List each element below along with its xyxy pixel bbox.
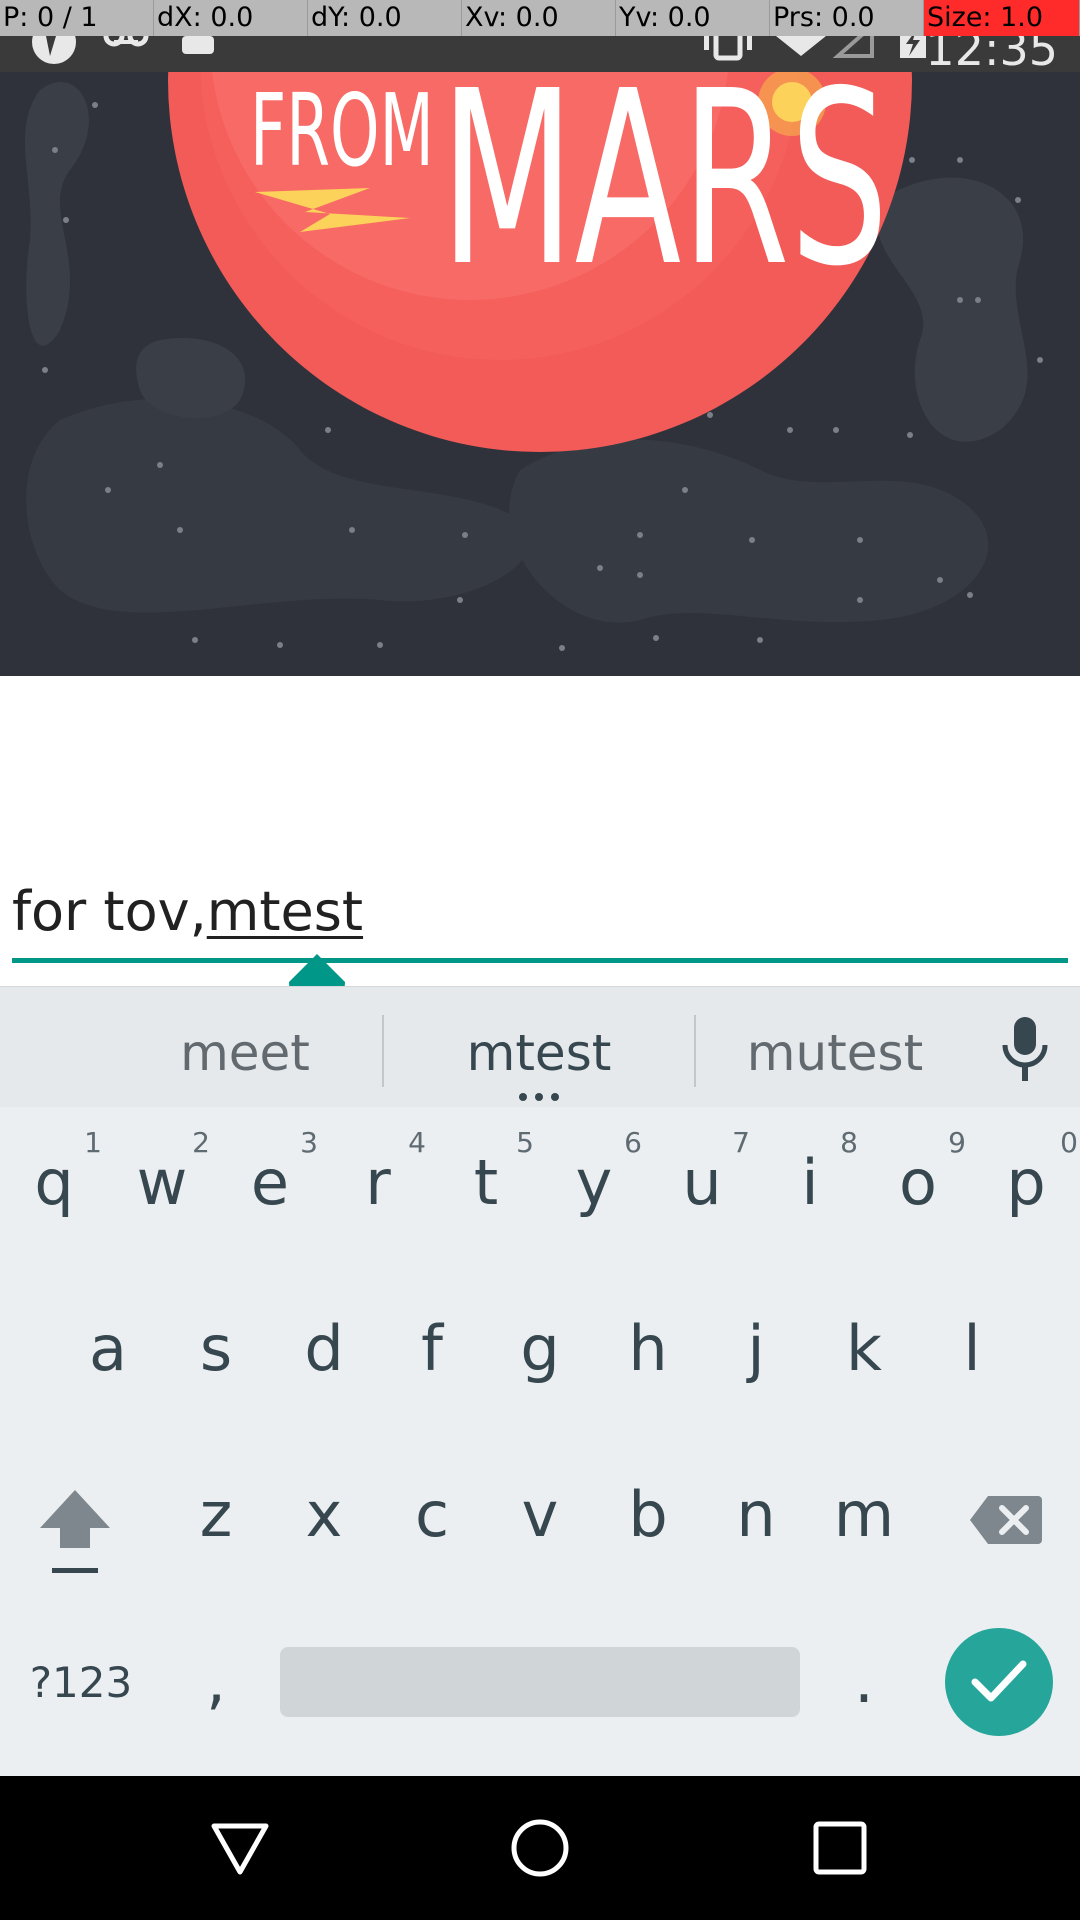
- pointer-pressure: Prs: 0.0: [770, 0, 924, 36]
- app-icon: [32, 36, 76, 64]
- symbols-key[interactable]: ?123: [0, 1614, 162, 1764]
- period-key[interactable]: .: [810, 1614, 918, 1764]
- key-p[interactable]: 0p: [972, 1116, 1080, 1266]
- key-y[interactable]: 6y: [540, 1116, 648, 1266]
- hero-illustration: FROM MARS: [0, 0, 1080, 676]
- backspace-key[interactable]: [930, 1448, 1080, 1598]
- wifi-icon: [776, 36, 826, 56]
- home-icon[interactable]: [510, 1818, 570, 1878]
- suggestion-center[interactable]: mtest: [384, 987, 694, 1107]
- key-l[interactable]: l: [918, 1282, 1026, 1432]
- space-bar[interactable]: [280, 1647, 800, 1717]
- backspace-icon: [970, 1496, 1042, 1544]
- key-o[interactable]: 9o: [864, 1116, 972, 1266]
- status-bar: 12:35: [0, 22, 1080, 76]
- key-x[interactable]: x: [270, 1448, 378, 1598]
- key-j[interactable]: j: [702, 1282, 810, 1432]
- key-s[interactable]: s: [162, 1282, 270, 1432]
- comma-key[interactable]: ,: [162, 1614, 270, 1764]
- composing-text: mtest: [206, 880, 364, 943]
- key-w[interactable]: 2w: [108, 1116, 216, 1266]
- suggestion-strip: meet mtest mutest: [0, 986, 1080, 1107]
- pointer-yv: Yv: 0.0: [616, 0, 770, 36]
- key-q[interactable]: 1q: [0, 1116, 108, 1266]
- svg-text:MARS: MARS: [440, 39, 889, 319]
- committed-text: for tov,: [12, 880, 207, 943]
- pointer-dx: dX: 0.0: [154, 0, 308, 36]
- done-button[interactable]: [945, 1628, 1053, 1736]
- suggestion-right[interactable]: mutest: [680, 987, 990, 1107]
- key-b[interactable]: b: [594, 1448, 702, 1598]
- key-n[interactable]: n: [702, 1448, 810, 1598]
- microphone-icon[interactable]: [1000, 1017, 1050, 1081]
- pointer-dy: dY: 0.0: [308, 0, 462, 36]
- pointer-location-overlay: P: 0 / 1 dX: 0.0 dY: 0.0 Xv: 0.0 Yv: 0.0…: [0, 0, 1080, 36]
- navigation-bar: [0, 1776, 1080, 1920]
- input-underline: [12, 958, 1068, 963]
- suggestion-left[interactable]: meet: [90, 987, 400, 1107]
- from-mars-artwork: FROM MARS: [24, 0, 1043, 651]
- key-r[interactable]: 4r: [324, 1116, 432, 1266]
- text-input[interactable]: for tov,mtest: [12, 880, 363, 943]
- key-h[interactable]: h: [594, 1282, 702, 1432]
- shift-icon: [40, 1490, 110, 1573]
- key-k[interactable]: k: [810, 1282, 918, 1432]
- svg-text:FROM: FROM: [250, 73, 434, 189]
- pointer-count: P: 0 / 1: [0, 0, 154, 36]
- more-suggestions-icon[interactable]: [517, 1093, 561, 1101]
- key-z[interactable]: z: [162, 1448, 270, 1598]
- recents-icon[interactable]: [812, 1820, 868, 1876]
- voicemail-icon: [103, 36, 149, 47]
- key-f[interactable]: f: [378, 1282, 486, 1432]
- key-t[interactable]: 5t: [432, 1116, 540, 1266]
- key-v[interactable]: v: [486, 1448, 594, 1598]
- key-u[interactable]: 7u: [648, 1116, 756, 1266]
- key-m[interactable]: m: [810, 1448, 918, 1598]
- android-icon: [182, 36, 214, 54]
- key-i[interactable]: 8i: [756, 1116, 864, 1266]
- key-e[interactable]: 3e: [216, 1116, 324, 1266]
- key-a[interactable]: a: [54, 1282, 162, 1432]
- key-g[interactable]: g: [486, 1282, 594, 1432]
- signal-icon: [832, 36, 874, 58]
- pointer-xv: Xv: 0.0: [462, 0, 616, 36]
- back-icon[interactable]: [210, 1820, 270, 1876]
- pointer-size: Size: 1.0: [924, 0, 1080, 36]
- key-d[interactable]: d: [270, 1282, 378, 1432]
- shift-key[interactable]: [0, 1448, 150, 1598]
- vibrate-icon: [704, 36, 752, 61]
- key-c[interactable]: c: [378, 1448, 486, 1598]
- check-icon: [971, 1660, 1027, 1702]
